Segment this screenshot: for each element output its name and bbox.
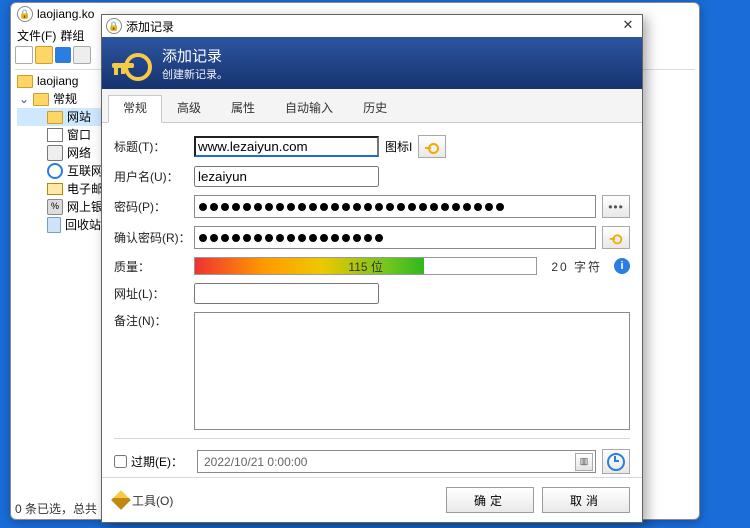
label-url: 网址(L)： — [114, 285, 194, 302]
calendar-dropdown-icon[interactable]: ▥ — [575, 453, 593, 471]
dialog-banner: 添加记录 创建新记录。 — [102, 37, 642, 89]
tab-general[interactable]: 常规 — [108, 95, 162, 123]
banner-title: 添加记录 — [162, 45, 228, 66]
quality-bits: 115 位 — [195, 258, 536, 274]
reveal-password-button[interactable]: ••• — [602, 195, 630, 218]
open-icon[interactable] — [35, 46, 53, 64]
dialog-titlebar[interactable]: 🔒 添加记录 ✕ — [102, 15, 642, 37]
label-user: 用户名(U)： — [114, 168, 194, 185]
banner-subtitle: 创建新记录。 — [162, 66, 228, 82]
password-input[interactable] — [194, 195, 596, 218]
dialog-title: 添加记录 — [126, 18, 618, 35]
password-dots — [199, 200, 507, 214]
info-icon[interactable]: i — [614, 258, 630, 274]
globe-icon — [47, 163, 63, 179]
percent-icon: % — [47, 199, 63, 215]
key-gen-icon — [610, 231, 623, 244]
tab-props[interactable]: 属性 — [216, 95, 270, 123]
toolbar-icon[interactable] — [73, 46, 91, 64]
folder-icon — [33, 93, 49, 106]
key-icon — [112, 43, 152, 83]
quality-meter: 115 位 — [194, 257, 537, 275]
menu-file[interactable]: 文件(F) — [17, 27, 56, 44]
mail-icon — [47, 183, 63, 195]
network-icon — [47, 145, 63, 161]
form-general: 标题(T)： 图标I 用户名(U)： 密码(P)： •• — [102, 123, 642, 477]
window-icon — [47, 128, 63, 142]
label-title: 标题(T)： — [114, 138, 194, 155]
label-notes: 备注(N)： — [114, 312, 194, 329]
trash-icon — [47, 217, 61, 233]
folder-icon — [17, 75, 33, 88]
dots-icon: ••• — [608, 200, 624, 214]
lock-icon: 🔒 — [17, 6, 33, 22]
password2-dots — [199, 231, 386, 245]
tab-history[interactable]: 历史 — [348, 95, 402, 123]
expire-datetime[interactable]: 2022/10/21 0:00:00 ▥ — [197, 450, 596, 473]
cancel-button[interactable]: 取消 — [542, 487, 630, 513]
dialog-footer: 工具(O) 确定 取消 — [102, 477, 642, 522]
tabbar: 常规 高级 属性 自动输入 历史 — [102, 89, 642, 123]
password-confirm-input[interactable] — [194, 226, 596, 249]
separator — [114, 438, 630, 439]
notes-input[interactable] — [194, 312, 630, 430]
quality-chars: 20 字符 — [551, 258, 602, 275]
label-icon: 图标I — [385, 138, 412, 155]
close-button[interactable]: ✕ — [618, 17, 638, 35]
clock-icon — [607, 453, 625, 471]
new-icon[interactable] — [15, 46, 33, 64]
label-quality: 质量： — [114, 258, 194, 275]
main-title: laojiang.ko — [37, 7, 94, 21]
username-input[interactable] — [194, 166, 379, 187]
url-input[interactable] — [194, 283, 379, 304]
tools-button[interactable]: 工具(O) — [114, 492, 173, 509]
chevron-down-icon[interactable]: ⌄ — [19, 90, 29, 108]
title-input[interactable] — [194, 136, 379, 157]
label-password: 密码(P)： — [114, 198, 194, 215]
label-expire: 过期(E)： — [131, 453, 183, 470]
ok-button[interactable]: 确定 — [446, 487, 534, 513]
folder-icon — [47, 111, 63, 124]
expire-presets-button[interactable] — [602, 449, 630, 474]
tab-autotype[interactable]: 自动输入 — [270, 95, 348, 123]
choose-icon-button[interactable] — [418, 135, 446, 158]
tab-advanced[interactable]: 高级 — [162, 95, 216, 123]
add-record-dialog: 🔒 添加记录 ✕ 添加记录 创建新记录。 常规 高级 属性 自动输入 历史 标题… — [101, 14, 643, 523]
key-icon — [425, 140, 439, 154]
menu-group[interactable]: 群组 — [60, 27, 84, 44]
label-password2: 确认密码(R)： — [114, 229, 194, 246]
save-icon[interactable] — [55, 47, 71, 63]
expire-checkbox[interactable] — [114, 455, 127, 468]
lock-icon: 🔒 — [106, 18, 122, 34]
wand-icon — [111, 490, 131, 510]
generate-password-button[interactable] — [602, 226, 630, 249]
